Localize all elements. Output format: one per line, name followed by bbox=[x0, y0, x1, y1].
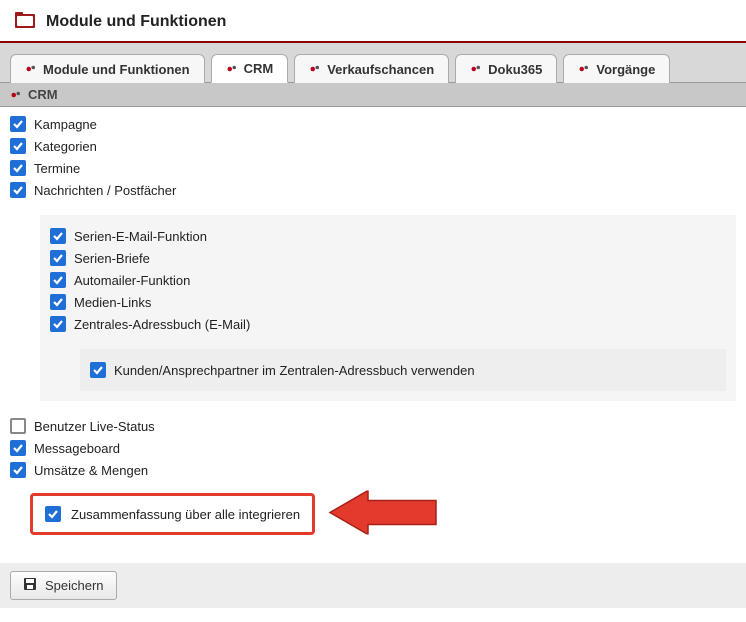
label-kampagne: Kampagne bbox=[34, 117, 97, 132]
save-button-label: Speichern bbox=[45, 578, 104, 593]
highlight-box: Zusammenfassung über alle integrieren bbox=[30, 493, 315, 535]
checkbox-umsaetze[interactable] bbox=[10, 462, 26, 478]
checkbox-automailer[interactable] bbox=[50, 272, 66, 288]
checkbox-serien-email[interactable] bbox=[50, 228, 66, 244]
label-automailer: Automailer-Funktion bbox=[74, 273, 190, 288]
tab-label: Verkaufschancen bbox=[327, 62, 434, 77]
footer-bar: Speichern bbox=[0, 563, 746, 608]
label-zentrales-adressbuch: Zentrales-Adressbuch (E-Mail) bbox=[74, 317, 250, 332]
nachrichten-subgroup: Serien-E-Mail-Funktion Serien-Briefe Aut… bbox=[40, 215, 736, 401]
checkbox-zusammenfassung[interactable] bbox=[45, 506, 61, 522]
gear-icon bbox=[25, 63, 37, 75]
settings-content: Kampagne Kategorien Termine Nachrichten … bbox=[0, 107, 746, 549]
tab-bar: Module und Funktionen CRM Verkaufschance… bbox=[0, 43, 746, 83]
tab-module-funktionen[interactable]: Module und Funktionen bbox=[10, 54, 205, 83]
arrow-icon bbox=[328, 491, 438, 538]
section-head-label: CRM bbox=[28, 87, 58, 102]
tab-verkaufschancen[interactable]: Verkaufschancen bbox=[294, 54, 449, 83]
tab-doku365[interactable]: Doku365 bbox=[455, 54, 557, 83]
checkbox-medien-links[interactable] bbox=[50, 294, 66, 310]
label-benutzer-live: Benutzer Live-Status bbox=[34, 419, 155, 434]
gear-icon bbox=[10, 89, 22, 101]
label-zusammenfassung: Zusammenfassung über alle integrieren bbox=[71, 507, 300, 522]
gear-icon bbox=[578, 63, 590, 75]
label-umsaetze: Umsätze & Mengen bbox=[34, 463, 148, 478]
page-header: Module und Funktionen bbox=[0, 0, 746, 43]
tab-label: Vorgänge bbox=[596, 62, 655, 77]
label-messageboard: Messageboard bbox=[34, 441, 120, 456]
checkbox-benutzer-live[interactable] bbox=[10, 418, 26, 434]
checkbox-kategorien[interactable] bbox=[10, 138, 26, 154]
label-serien-email: Serien-E-Mail-Funktion bbox=[74, 229, 207, 244]
label-medien-links: Medien-Links bbox=[74, 295, 151, 310]
checkbox-nachrichten[interactable] bbox=[10, 182, 26, 198]
page-title: Module und Funktionen bbox=[46, 13, 226, 31]
checkbox-termine[interactable] bbox=[10, 160, 26, 176]
save-icon bbox=[23, 577, 37, 594]
tab-label: CRM bbox=[244, 61, 274, 76]
section-head-crm: CRM bbox=[0, 83, 746, 107]
gear-icon bbox=[226, 63, 238, 75]
tab-label: Module und Funktionen bbox=[43, 62, 190, 77]
label-kunden-ansprechpartner: Kunden/Ansprechpartner im Zentralen-Adre… bbox=[114, 363, 475, 378]
tab-label: Doku365 bbox=[488, 62, 542, 77]
save-button[interactable]: Speichern bbox=[10, 571, 117, 600]
checkbox-zentrales-adressbuch[interactable] bbox=[50, 316, 66, 332]
gear-icon bbox=[309, 63, 321, 75]
checkbox-messageboard[interactable] bbox=[10, 440, 26, 456]
checkbox-kampagne[interactable] bbox=[10, 116, 26, 132]
adressbuch-subgroup: Kunden/Ansprechpartner im Zentralen-Adre… bbox=[80, 349, 726, 391]
label-serien-briefe: Serien-Briefe bbox=[74, 251, 150, 266]
checkbox-kunden-ansprechpartner[interactable] bbox=[90, 362, 106, 378]
label-nachrichten: Nachrichten / Postfächer bbox=[34, 183, 176, 198]
folder-icon bbox=[14, 10, 36, 33]
tab-crm[interactable]: CRM bbox=[211, 54, 289, 83]
label-termine: Termine bbox=[34, 161, 80, 176]
gear-icon bbox=[470, 63, 482, 75]
tab-vorgaenge[interactable]: Vorgänge bbox=[563, 54, 670, 83]
checkbox-serien-briefe[interactable] bbox=[50, 250, 66, 266]
label-kategorien: Kategorien bbox=[34, 139, 97, 154]
